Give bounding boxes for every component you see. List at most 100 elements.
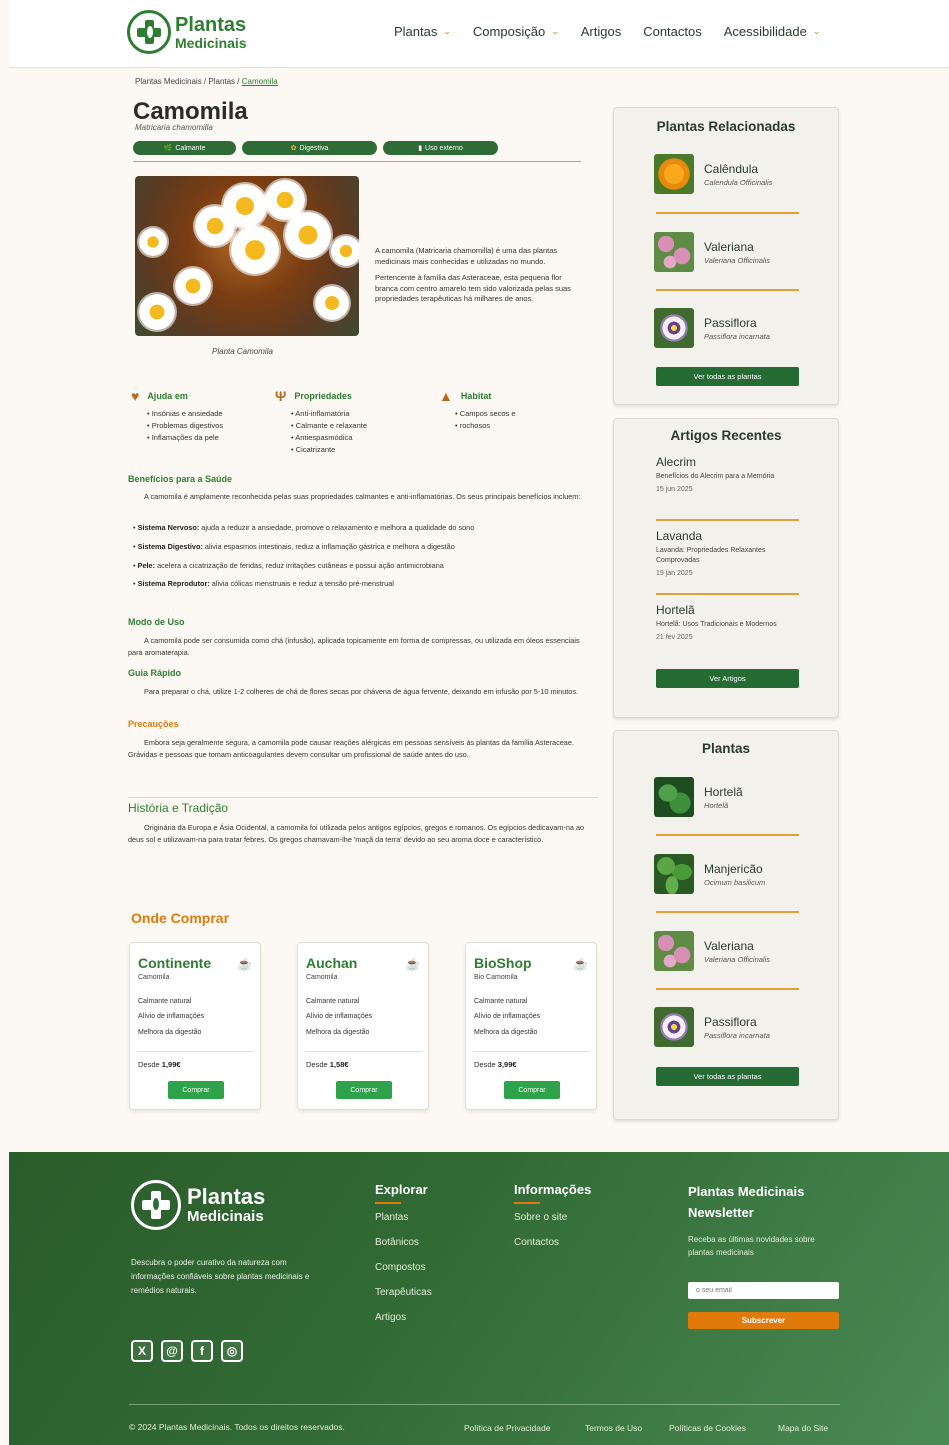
related-plant-item[interactable]: Calêndula Calendula Officinalis bbox=[654, 154, 772, 194]
site-footer: Plantas Medicinais Descubra o poder cura… bbox=[9, 1152, 949, 1445]
article-item[interactable]: Hortelã Hortelã: Usos Tradicionais e Mod… bbox=[656, 603, 806, 641]
footer-link-compostos[interactable]: Compostos bbox=[375, 1262, 432, 1273]
item-divider bbox=[656, 834, 799, 836]
heart-icon: ♥ bbox=[131, 388, 140, 404]
footer-link-terapeuticas[interactable]: Terapêuticas bbox=[375, 1287, 432, 1298]
passiflora-thumbnail bbox=[654, 308, 694, 348]
leaf-icon: 🌿 bbox=[163, 145, 173, 152]
nav-composicao[interactable]: Composição ⌄ bbox=[473, 24, 559, 39]
recent-articles-title: Artigos Recentes bbox=[670, 428, 782, 443]
tea-cup-icon: ☕ bbox=[237, 957, 252, 971]
store-benefits: Calmante natural Alívio de inflamações M… bbox=[306, 998, 373, 1036]
feature-properties: ΨPropriedades Anti-inflamatória Calmante… bbox=[275, 388, 367, 456]
footer-info: Informações Sobre o site Contactos bbox=[514, 1182, 591, 1262]
plant-item[interactable]: Manjericão Ocimum basilicum bbox=[654, 854, 765, 894]
chevron-down-icon: ⌄ bbox=[551, 26, 559, 36]
buy-button[interactable]: Comprar bbox=[504, 1081, 560, 1099]
newsletter-email-input[interactable] bbox=[688, 1282, 839, 1299]
feature-habitat: ▲Habitat Campos secos e rochosos bbox=[439, 388, 516, 432]
plant-item[interactable]: Hortelã Hortelã bbox=[654, 777, 743, 817]
footer-description: Descubra o poder curativo da natureza co… bbox=[131, 1258, 310, 1295]
footer-link-botanicos[interactable]: Botânicos bbox=[375, 1237, 432, 1248]
passiflora-thumbnail bbox=[654, 1007, 694, 1047]
page: Plantas Medicinais Plantas ⌄ Composição ⌄ … bbox=[9, 0, 949, 1445]
subscribe-button[interactable]: Subscrever bbox=[688, 1312, 839, 1329]
view-all-plants-button[interactable]: Ver todas as plantas bbox=[656, 367, 799, 386]
valeriana-thumbnail bbox=[654, 931, 694, 971]
store-card-bioshop: BioShop ☕ Bio Camomila Calmante natural … bbox=[465, 942, 597, 1110]
article-item[interactable]: Lavanda Lavanda: Propriedades Relaxantes… bbox=[656, 529, 806, 577]
history-text: Originária da Europa e Ásia Ocidental, a… bbox=[128, 823, 585, 844]
breadcrumb: Plantas Medicinais / Plantas / Camomila bbox=[135, 77, 278, 86]
related-plant-item[interactable]: Passiflora Passiflora incarnata bbox=[654, 308, 770, 348]
buy-button[interactable]: Comprar bbox=[336, 1081, 392, 1099]
site-logo[interactable]: Plantas Medicinais bbox=[127, 10, 247, 54]
footer-explore: Explorar Plantas Botânicos Compostos Ter… bbox=[375, 1182, 432, 1337]
nav-contactos[interactable]: Contactos bbox=[643, 24, 702, 39]
store-name: Auchan bbox=[306, 955, 358, 971]
tag-digestiva[interactable]: ✿ Digestiva bbox=[242, 141, 377, 155]
hortela-thumbnail bbox=[654, 777, 694, 817]
breadcrumb-root[interactable]: Plantas Medicinais bbox=[135, 77, 202, 86]
footer-link-plantas[interactable]: Plantas bbox=[375, 1212, 432, 1223]
copyright: © 2024 Plantas Medicinais. Todos os dire… bbox=[129, 1422, 345, 1432]
caution-heading: Precauções bbox=[128, 719, 179, 729]
recent-articles-card: Artigos Recentes Alecrim Benefícios do A… bbox=[613, 418, 839, 718]
benefit-item: • Sistema Digestivo: alivia espasmos int… bbox=[133, 542, 455, 551]
logo-title: Plantas bbox=[175, 13, 247, 36]
store-benefits: Calmante natural Alívio de inflamações M… bbox=[138, 998, 205, 1036]
footer-logo[interactable]: Plantas Medicinais bbox=[131, 1180, 265, 1230]
tag-uso-externo[interactable]: ▮ Uso externo bbox=[383, 141, 498, 155]
legal-link-sitemap[interactable]: Mapa do Site bbox=[778, 1423, 828, 1433]
legal-link-privacy[interactable]: Política de Privacidade bbox=[464, 1423, 550, 1433]
nav-artigos[interactable]: Artigos bbox=[581, 24, 621, 39]
breadcrumb-current[interactable]: Camomila bbox=[242, 77, 278, 86]
breadcrumb-section[interactable]: Plantas bbox=[208, 77, 235, 86]
calendula-thumbnail bbox=[654, 154, 694, 194]
instagram-icon[interactable]: ◎ bbox=[221, 1340, 243, 1362]
legal-link-cookies[interactable]: Políticas de Cookies bbox=[669, 1423, 746, 1433]
nav-plantas[interactable]: Plantas ⌄ bbox=[394, 24, 451, 39]
newsletter-description: Receba as últimas novidades sobre planta… bbox=[688, 1235, 815, 1257]
footer-link-artigos[interactable]: Artigos bbox=[375, 1312, 432, 1323]
threads-icon[interactable]: @ bbox=[161, 1340, 183, 1362]
newsletter-heading: Plantas Medicinais Newsletter bbox=[688, 1184, 805, 1220]
tag-calmante[interactable]: 🌿 Calmante bbox=[133, 141, 236, 155]
mountain-icon: ▲ bbox=[439, 388, 453, 404]
related-plants-card: Plantas Relacionadas Calêndula Calendula … bbox=[613, 107, 839, 405]
view-articles-button[interactable]: Ver Artigos bbox=[656, 669, 799, 688]
buy-button[interactable]: Comprar bbox=[168, 1081, 224, 1099]
store-card-auchan: Auchan ☕ Camomila Calmante natural Alívi… bbox=[297, 942, 429, 1110]
chevron-down-icon: ⌄ bbox=[812, 26, 821, 36]
legal-link-terms[interactable]: Termos de Uso bbox=[585, 1423, 642, 1433]
footer-link-contactos[interactable]: Contactos bbox=[514, 1237, 591, 1248]
info-heading: Informações bbox=[514, 1182, 592, 1197]
history-divider bbox=[128, 797, 598, 798]
benefits-intro: A camomila é amplamente reconhecida pela… bbox=[144, 492, 581, 501]
plants-card-title: Plantas bbox=[701, 741, 751, 756]
guide-heading: Guia Rápido bbox=[128, 668, 182, 678]
usage-text: A camomila pode ser consumida como chá (… bbox=[128, 636, 580, 657]
footer-link-sobre[interactable]: Sobre o site bbox=[514, 1212, 591, 1223]
plant-item[interactable]: Passiflora Passiflora incarnata bbox=[654, 1007, 770, 1047]
facebook-icon[interactable]: f bbox=[191, 1340, 213, 1362]
where-to-buy-heading: Onde Comprar bbox=[131, 910, 230, 926]
benefit-item: • Sistema Nervoso: ajuda a reduzir a ans… bbox=[133, 523, 475, 532]
valeriana-thumbnail bbox=[654, 232, 694, 272]
store-price: Desde 3,99€ bbox=[474, 1060, 517, 1069]
logo-cross-icon bbox=[127, 10, 171, 54]
logo-subtitle: Medicinais bbox=[175, 34, 247, 51]
plant-item[interactable]: Valeriana Valeriana Officinalis bbox=[654, 931, 770, 971]
article-item[interactable]: Alecrim Benefícios do Alecrim para a Mem… bbox=[656, 455, 806, 493]
related-plants-title: Plantas Relacionadas bbox=[656, 119, 796, 134]
item-divider bbox=[656, 593, 799, 595]
store-product: Bio Camomila bbox=[474, 974, 518, 981]
related-plant-item[interactable]: Valeriana Valeriana Officinalis bbox=[654, 232, 770, 272]
x-icon[interactable]: X bbox=[131, 1340, 153, 1362]
chevron-down-icon: ⌄ bbox=[443, 26, 451, 36]
social-links: X @ f ◎ bbox=[131, 1340, 251, 1362]
scientific-name: Matricaria chamomilla bbox=[135, 123, 213, 132]
store-price: Desde 1,99€ bbox=[138, 1060, 181, 1069]
nav-acessibilidade[interactable]: Acessibilidade ⌄ bbox=[724, 24, 821, 39]
view-all-plants-button[interactable]: Ver todas as plantas bbox=[656, 1067, 799, 1086]
